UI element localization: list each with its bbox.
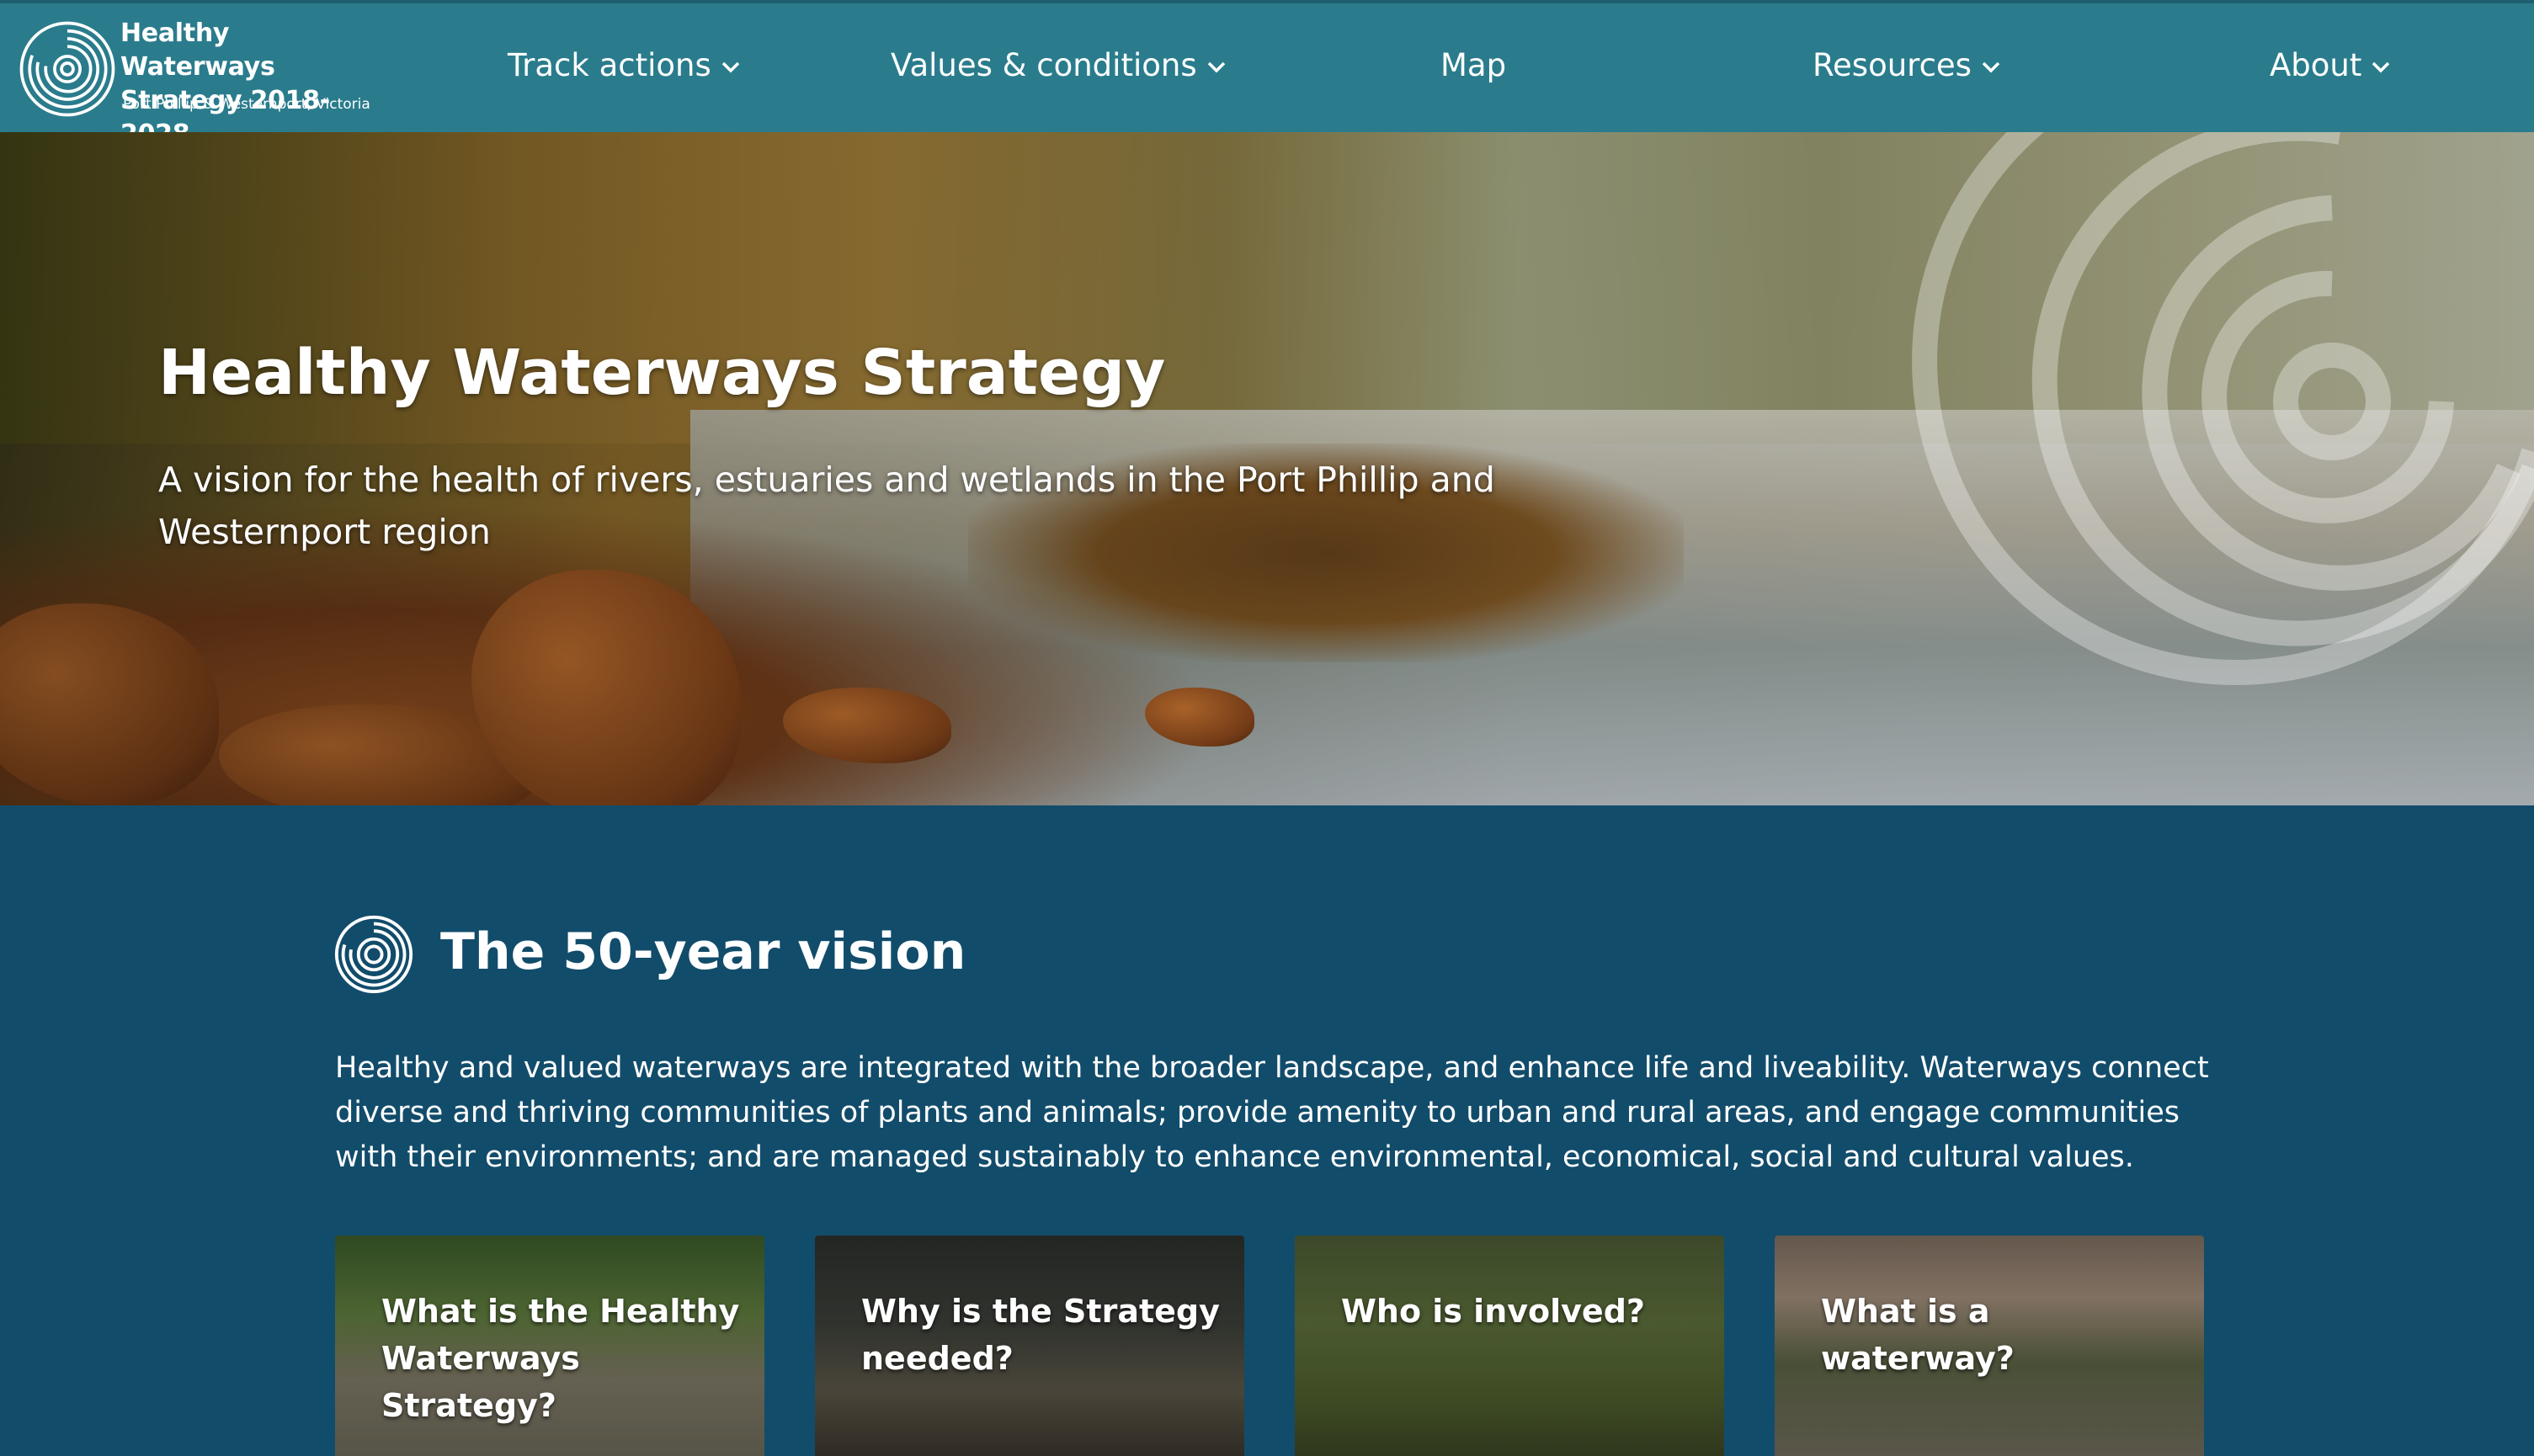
chevron-down-icon [721, 61, 739, 72]
card-what-is-waterway[interactable]: What is a waterway? [1775, 1235, 2204, 1456]
card-why-needed[interactable]: Why is the Strategy needed? [815, 1235, 1244, 1456]
nav-values-conditions[interactable]: Values & conditions [891, 47, 1226, 84]
hero-banner: Healthy Waterways Strategy A vision for … [0, 132, 2534, 805]
top-navigation-bar: Healthy Waterways Strategy 2018-2028 Por… [0, 0, 2534, 149]
nav-about-label: About [2270, 47, 2362, 83]
vision-heading: The 50-year vision [440, 922, 966, 981]
hero-title: Healthy Waterways Strategy [158, 337, 1166, 409]
nav-map[interactable]: Map [1440, 47, 1506, 84]
site-subtitle: Port Phillip & Westernport, Victoria [123, 96, 370, 113]
concentric-spiral-icon[interactable] [19, 20, 116, 118]
spiral-watermark-icon [1912, 132, 2534, 685]
chevron-down-icon [2372, 61, 2390, 72]
nav-resources[interactable]: Resources [1813, 47, 2000, 84]
card-label: What is a waterway? [1821, 1293, 2015, 1377]
nav-about[interactable]: About [2270, 47, 2390, 84]
card-image-overlay [1295, 1235, 1724, 1456]
site-title[interactable]: Healthy Waterways Strategy 2018-2028 [120, 17, 390, 151]
nav-values-conditions-label: Values & conditions [891, 47, 1197, 83]
hero-subtitle: A vision for the health of rivers, estua… [158, 460, 1495, 552]
card-label: Why is the Strategy needed? [861, 1293, 1220, 1377]
chevron-down-icon [1207, 61, 1225, 72]
card-label: What is the Healthy Waterways Strategy? [381, 1293, 740, 1424]
nav-map-label: Map [1440, 47, 1507, 83]
card-who-involved[interactable]: Who is involved? [1295, 1235, 1724, 1456]
chevron-down-icon [1982, 61, 2000, 72]
nav-track-actions[interactable]: Track actions [508, 47, 740, 84]
nav-track-actions-label: Track actions [508, 47, 711, 83]
card-what-is-strategy[interactable]: What is the Healthy Waterways Strategy? [335, 1235, 764, 1456]
concentric-spiral-icon [334, 915, 413, 994]
card-label: Who is involved? [1341, 1293, 1645, 1330]
nav-resources-label: Resources [1813, 47, 1972, 83]
vision-text: Healthy and valued waterways are integra… [335, 1051, 2209, 1174]
